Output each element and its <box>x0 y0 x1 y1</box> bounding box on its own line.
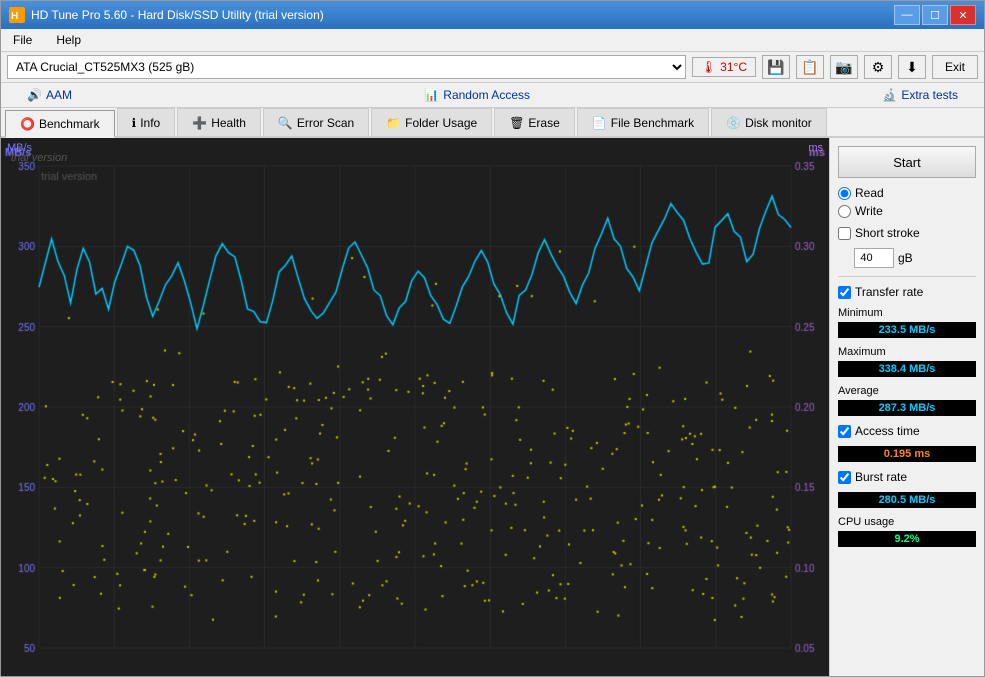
tab-erase[interactable]: 🗑 Erase <box>494 108 575 136</box>
read-radio-item[interactable]: Read <box>838 186 976 200</box>
start-button[interactable]: Start <box>838 146 976 178</box>
read-label: Read <box>855 186 884 200</box>
exit-button[interactable]: Exit <box>932 55 978 79</box>
transfer-rate-checkbox[interactable] <box>838 286 851 299</box>
tab-file-benchmark[interactable]: 📄 File Benchmark <box>577 108 709 136</box>
benchmark-canvas <box>1 138 829 676</box>
right-panel: Start Read Write Short stroke gB <box>829 138 984 676</box>
tabs-bar: ⭕ Benchmark ℹ Info ➕ Health 🔍 Error Scan… <box>1 108 984 138</box>
temperature-value: 31°C <box>720 60 747 74</box>
short-stroke-label: Short stroke <box>855 226 920 240</box>
burst-rate-checkbox-item[interactable]: Burst rate <box>838 470 976 484</box>
disk-monitor-icon: 💿 <box>726 116 741 130</box>
chart-container: MB/s ms trial version <box>1 138 829 676</box>
chart-y-label-right: ms <box>808 142 823 154</box>
extra-tests-item[interactable]: 🔬 Extra tests <box>862 85 978 105</box>
maximum-label: Maximum <box>838 346 976 358</box>
main-window: H HD Tune Pro 5.60 - Hard Disk/SSD Utili… <box>0 0 985 677</box>
extra-icon: 🔬 <box>882 88 897 102</box>
temperature-display: 🌡 31°C <box>692 57 756 77</box>
health-icon: ➕ <box>192 116 207 130</box>
cpu-usage-stat: CPU usage 9.2% <box>838 516 976 547</box>
tab-benchmark[interactable]: ⭕ Benchmark <box>5 110 115 138</box>
erase-icon: 🗑 <box>509 116 524 130</box>
maximize-button[interactable]: ☐ <box>922 5 948 25</box>
short-stroke-checkbox-item[interactable]: Short stroke <box>838 226 976 240</box>
average-value: 287.3 MB/s <box>838 400 976 416</box>
access-time-label: Access time <box>855 424 920 438</box>
close-button[interactable]: ✕ <box>950 5 976 25</box>
average-stat: Average 287.3 MB/s <box>838 385 976 416</box>
random-icon: 📊 <box>424 88 439 102</box>
burst-rate-stat: 280.5 MB/s <box>838 492 976 508</box>
aam-item[interactable]: 🔊 AAM <box>7 85 92 105</box>
transfer-rate-checkbox-item[interactable]: Transfer rate <box>838 285 976 299</box>
tab-error-scan[interactable]: 🔍 Error Scan <box>263 108 369 136</box>
content-area: MB/s ms trial version Start Read Write S… <box>1 138 984 676</box>
divider-1 <box>838 276 976 277</box>
tab-disk-monitor[interactable]: 💿 Disk monitor <box>711 108 827 136</box>
svg-text:H: H <box>11 11 18 22</box>
minimum-value: 233.5 MB/s <box>838 322 976 338</box>
disk-copy-btn[interactable]: 📋 <box>796 55 824 79</box>
average-label: Average <box>838 385 976 397</box>
file-benchmark-icon: 📄 <box>592 116 607 130</box>
settings-btn[interactable]: ⚙ <box>864 55 892 79</box>
disk-select[interactable]: ATA Crucial_CT525MX3 (525 gB) <box>7 55 686 79</box>
write-radio[interactable] <box>838 205 851 218</box>
minimize-button[interactable]: — <box>894 5 920 25</box>
tab-info[interactable]: ℹ Info <box>117 108 176 136</box>
toolbar: ATA Crucial_CT525MX3 (525 gB) 🌡 31°C 💾 📋… <box>1 52 984 83</box>
hdd-icon-btn[interactable]: 💾 <box>762 55 790 79</box>
cpu-usage-value: 9.2% <box>838 531 976 547</box>
maximum-stat: Maximum 338.4 MB/s <box>838 346 976 377</box>
menu-bar: File Help <box>1 29 984 52</box>
app-icon: H <box>9 7 25 23</box>
aam-icon: 🔊 <box>27 88 42 102</box>
maximum-value: 338.4 MB/s <box>838 361 976 377</box>
write-radio-item[interactable]: Write <box>838 204 976 218</box>
read-radio[interactable] <box>838 187 851 200</box>
mode-radio-group: Read Write <box>838 186 976 218</box>
minimum-stat: Minimum 233.5 MB/s <box>838 307 976 338</box>
short-stroke-checkbox[interactable] <box>838 227 851 240</box>
access-time-value: 0.195 ms <box>838 446 976 462</box>
burst-rate-checkbox[interactable] <box>838 471 851 484</box>
folder-icon: 📁 <box>386 116 401 130</box>
arrow-down-btn[interactable]: ⬇ <box>898 55 926 79</box>
burst-rate-value: 280.5 MB/s <box>838 492 976 508</box>
title-text: HD Tune Pro 5.60 - Hard Disk/SSD Utility… <box>31 8 324 22</box>
access-time-stat: 0.195 ms <box>838 446 976 462</box>
stroke-row: gB <box>854 248 976 268</box>
random-access-item[interactable]: 📊 Random Access <box>92 85 862 105</box>
tab-folder-usage[interactable]: 📁 Folder Usage <box>371 108 492 136</box>
chart-watermark: trial version <box>11 152 67 164</box>
stroke-unit: gB <box>898 251 913 265</box>
access-time-checkbox-item[interactable]: Access time <box>838 424 976 438</box>
error-scan-icon: 🔍 <box>278 116 293 130</box>
stroke-input[interactable] <box>854 248 894 268</box>
thermometer-icon: 🌡 <box>701 60 716 74</box>
sub-toolbar: 🔊 AAM 📊 Random Access 🔬 Extra tests <box>1 83 984 108</box>
camera-btn[interactable]: 📷 <box>830 55 858 79</box>
menu-file[interactable]: File <box>7 31 38 49</box>
tab-health[interactable]: ➕ Health <box>177 108 261 136</box>
title-bar: H HD Tune Pro 5.60 - Hard Disk/SSD Utili… <box>1 1 984 29</box>
minimum-label: Minimum <box>838 307 976 319</box>
write-label: Write <box>855 204 883 218</box>
burst-rate-label: Burst rate <box>855 470 907 484</box>
transfer-rate-label: Transfer rate <box>855 285 923 299</box>
benchmark-icon: ⭕ <box>20 117 35 131</box>
access-time-checkbox[interactable] <box>838 425 851 438</box>
info-icon: ℹ <box>132 116 137 130</box>
menu-help[interactable]: Help <box>50 31 87 49</box>
cpu-usage-label: CPU usage <box>838 516 976 528</box>
